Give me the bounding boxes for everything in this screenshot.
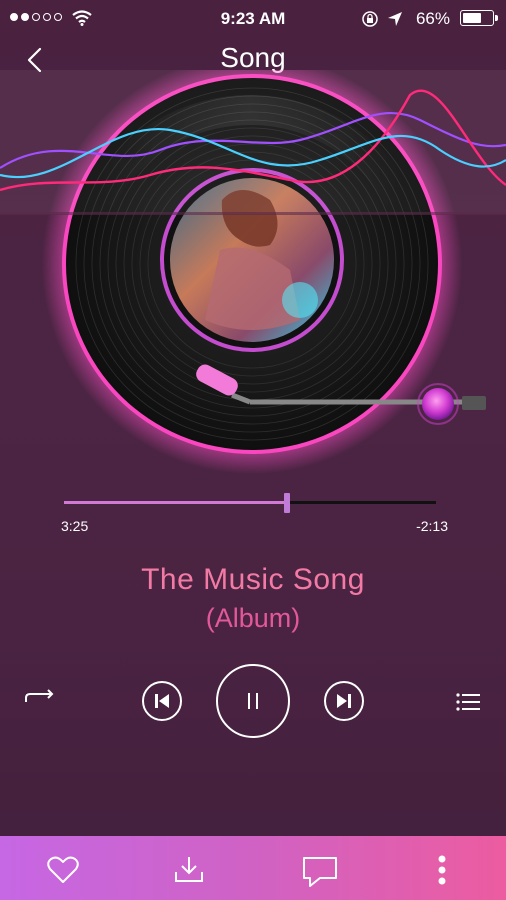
download-icon[interactable]: [174, 854, 204, 884]
pause-button[interactable]: [216, 664, 290, 738]
progress-bar[interactable]: [64, 501, 436, 505]
comment-icon[interactable]: [302, 856, 338, 888]
rotation-lock-icon: [362, 11, 378, 27]
next-button[interactable]: [324, 681, 364, 721]
repeat-icon[interactable]: [24, 688, 56, 710]
song-title: The Music Song: [141, 563, 365, 596]
playlist-icon[interactable]: [456, 692, 480, 712]
remaining-time: -2:13: [416, 518, 448, 534]
battery-percent: 66%: [415, 9, 450, 28]
elapsed-time: 3:25: [61, 518, 89, 534]
battery-tip: [495, 15, 498, 21]
battery-icon: [460, 10, 494, 26]
more-vertical-icon[interactable]: [437, 854, 447, 886]
vinyl-record: [0, 70, 506, 474]
next-icon: [337, 694, 351, 708]
progress-handle[interactable]: [284, 493, 291, 513]
previous-icon: [155, 694, 169, 708]
status-bar: 9:23 AM 66%: [0, 0, 506, 36]
previous-button[interactable]: [142, 681, 182, 721]
bottom-toolbar: [0, 836, 506, 900]
album-name: (Album): [205, 603, 301, 633]
location-arrow-icon: [388, 12, 402, 26]
pause-icon: [248, 693, 258, 709]
heart-icon[interactable]: [47, 856, 79, 884]
